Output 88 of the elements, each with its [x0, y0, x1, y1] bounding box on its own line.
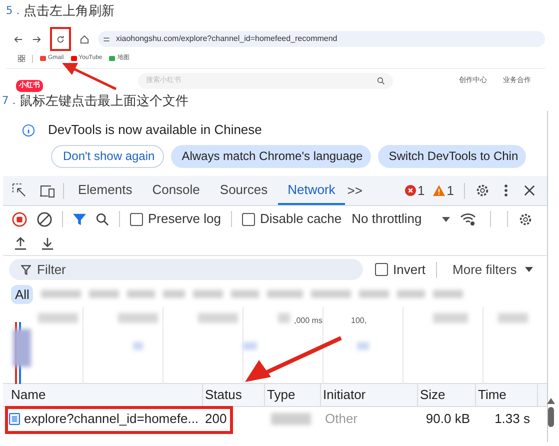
- error-icon: [404, 185, 416, 196]
- column-header[interactable]: Initiator: [321, 384, 418, 406]
- caret-icon: [442, 216, 450, 222]
- arrow: [60, 61, 118, 90]
- blurred-patch: [278, 313, 290, 323]
- caret-icon: [524, 267, 533, 272]
- filter-icon: [21, 264, 31, 274]
- column-header[interactable]: Type: [265, 384, 321, 406]
- table-cell-text: 90.0 kB: [424, 410, 471, 428]
- filter-icon[interactable]: [73, 212, 86, 226]
- blurred-patch: [133, 342, 143, 350]
- settings-icon[interactable]: [518, 212, 533, 226]
- document-icon: [9, 413, 20, 425]
- more-filters-dropdown[interactable]: More filters: [452, 260, 533, 280]
- inspect-icon[interactable]: [12, 183, 27, 198]
- devtools-tab[interactable]: Elements: [68, 176, 142, 205]
- devtools-tab[interactable]: Console: [142, 176, 210, 205]
- notice-button[interactable]: Don't show again: [51, 144, 164, 168]
- blurred-patch: [127, 290, 156, 298]
- column-header[interactable]: Size: [418, 384, 476, 406]
- filter-field[interactable]: Filter: [9, 259, 363, 280]
- record-icon[interactable]: [12, 212, 27, 226]
- device-toolbar-icon[interactable]: [39, 184, 55, 198]
- warning-count[interactable]: 1: [432, 180, 454, 200]
- apps-grid-icon[interactable]: [18, 55, 25, 62]
- table-cell-text: Other: [324, 410, 359, 428]
- blurred-patch: [13, 329, 31, 367]
- notice-button[interactable]: Always match Chrome's language: [170, 144, 371, 168]
- more-tabs-button[interactable]: >>: [347, 180, 362, 200]
- step-number: 5．: [6, 2, 24, 19]
- step-text: 点击左上角刷新: [24, 2, 115, 20]
- step-number: 7．: [2, 92, 20, 109]
- close-icon[interactable]: [524, 185, 535, 196]
- blurred-patch: [41, 290, 82, 298]
- blurred-patch: [397, 290, 426, 298]
- refresh-icon[interactable]: [56, 34, 65, 44]
- blurred-patch: [311, 290, 352, 298]
- back-icon[interactable]: [14, 34, 23, 44]
- blurred-patch: [118, 313, 158, 323]
- checkbox[interactable]: Invert: [375, 260, 426, 280]
- settings-icon[interactable]: [475, 183, 490, 198]
- error-count[interactable]: 1: [404, 180, 425, 200]
- throttling-dropdown[interactable]: No throttling: [352, 209, 450, 229]
- scroll-up-icon[interactable]: [547, 398, 555, 404]
- type-filter-all[interactable]: All: [11, 284, 34, 304]
- column-header[interactable]: Name: [9, 384, 203, 406]
- timeline-tick: 100,: [351, 315, 367, 327]
- blurred-patch: [38, 313, 78, 323]
- checkbox[interactable]: Disable cache: [242, 209, 342, 229]
- devtools-tab[interactable]: Sources: [210, 176, 278, 205]
- blurred-patch: [433, 290, 464, 298]
- info-icon: [22, 124, 35, 136]
- clear-icon[interactable]: [37, 212, 52, 226]
- download-icon[interactable]: [41, 237, 54, 250]
- column-header[interactable]: Status: [203, 384, 265, 406]
- more-options-icon[interactable]: [504, 184, 508, 197]
- scrollbar-thumb[interactable]: [548, 407, 554, 427]
- notice-button[interactable]: Switch DevTools to Chin: [378, 144, 526, 168]
- table-cell-text: 1.33 s: [494, 410, 531, 428]
- request-row[interactable]: explore?channel_id=homefe... 200 Other 90.0 kB 1.33 s: [3, 407, 547, 431]
- blurred-patch: [359, 290, 390, 298]
- address-bar[interactable]: xiaohongshu.com/explore?channel_id=homefeed_recommend: [98, 31, 545, 47]
- blurred-patch: [433, 313, 468, 323]
- blurred-patch: [498, 313, 528, 323]
- blurred-patch: [231, 290, 260, 298]
- blurred-patch: [271, 413, 311, 425]
- table-cell-text: 200: [204, 410, 228, 428]
- warning-icon: [432, 185, 445, 196]
- site-settings-icon[interactable]: [103, 36, 110, 42]
- blurred-patch: [357, 342, 369, 350]
- step-text: 鼠标左键点击最上面这个文件: [20, 92, 189, 110]
- checkbox[interactable]: Preserve log: [130, 209, 221, 229]
- forward-icon[interactable]: [32, 34, 41, 44]
- upload-icon[interactable]: [14, 237, 27, 250]
- blurred-patch: [243, 342, 257, 350]
- blurred-patch: [89, 290, 120, 298]
- notice-text: DevTools is now available in Chinese: [48, 121, 262, 140]
- search-icon[interactable]: [377, 77, 385, 86]
- blurred-patch: [163, 290, 186, 298]
- blurred-patch: [193, 290, 224, 298]
- timeline-tick: ,000 ms: [294, 315, 322, 327]
- blurred-patch: [198, 313, 238, 323]
- search-icon[interactable]: [96, 212, 109, 226]
- network-conditions-icon[interactable]: [460, 212, 476, 226]
- column-header[interactable]: Time: [476, 384, 538, 406]
- blurred-patch: [267, 290, 304, 298]
- devtools-tab[interactable]: Network: [278, 176, 346, 205]
- home-icon[interactable]: [80, 34, 89, 44]
